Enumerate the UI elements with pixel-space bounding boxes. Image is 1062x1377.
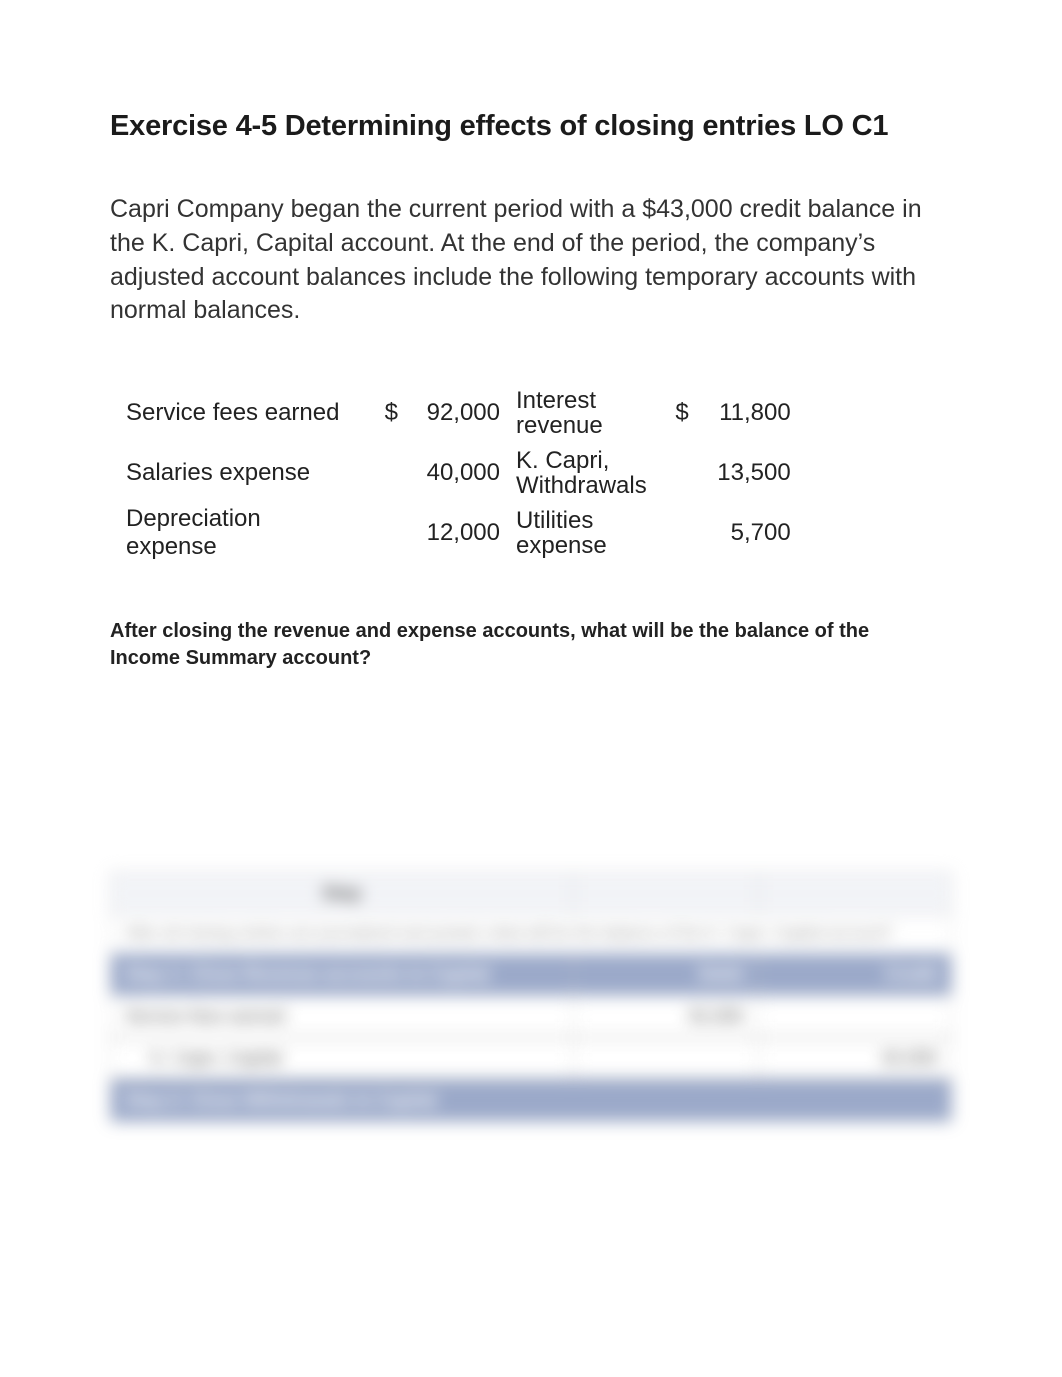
account-label: K. Capri, Withdrawals [506,443,653,503]
currency-symbol [362,443,404,503]
accounts-table: Service fees earned $ 92,000 Interest re… [120,383,797,563]
blurred-answer-area: Step After all closing entries are journ… [110,872,952,1122]
account-label: Service fees earned [120,383,362,443]
account-label: Salaries expense [120,443,362,503]
section-label: Step 2: Close Withdrawals to Capital [111,1080,952,1122]
table-row: Depreciation expense 12,000 Utilities ex… [120,503,797,563]
currency-symbol [653,443,695,503]
header-cell [758,873,951,915]
entry-value [573,1038,758,1080]
account-value: 40,000 [404,443,506,503]
currency-symbol [653,503,695,563]
account-label: Interest revenue [506,383,653,443]
section-col: Debit [573,954,758,996]
intro-paragraph: Capri Company began the current period w… [110,193,952,328]
question-text: After closing the revenue and expense ac… [110,618,952,672]
account-value: 5,700 [695,503,797,563]
currency-symbol [362,503,404,563]
entry-label: Service fees earned [111,996,574,1038]
table-row: Service fees earned 92,000 [111,996,952,1038]
table-row: Step [111,873,952,915]
header-cell [573,873,758,915]
account-label: Utilities expense [506,503,653,563]
table-row: K. Capri, Capital 92,000 [111,1038,952,1080]
currency-symbol: $ [653,383,695,443]
account-value: 13,500 [695,443,797,503]
section-col: Credit [758,954,951,996]
table-row: After all closing entries are journalize… [111,915,952,954]
answer-table: Step After all closing entries are journ… [110,872,952,1122]
entry-label: K. Capri, Capital [111,1038,574,1080]
account-value: 92,000 [404,383,506,443]
entry-value: 92,000 [573,996,758,1038]
section-label: Step 1: Close Revenue accounts to Capita… [111,954,574,996]
table-row: Step 2: Close Withdrawals to Capital [111,1080,952,1122]
note-cell: After all closing entries are journalize… [111,915,952,954]
currency-symbol: $ [362,383,404,443]
table-row: Salaries expense 40,000 K. Capri, Withdr… [120,443,797,503]
table-row: Step 1: Close Revenue accounts to Capita… [111,954,952,996]
account-value: 12,000 [404,503,506,563]
account-value: 11,800 [695,383,797,443]
header-cell: Step [111,873,574,915]
table-row: Service fees earned $ 92,000 Interest re… [120,383,797,443]
account-label: Depreciation expense [120,503,362,563]
entry-value [758,996,951,1038]
exercise-title: Exercise 4-5 Determining effects of clos… [110,110,952,143]
entry-value: 92,000 [758,1038,951,1080]
